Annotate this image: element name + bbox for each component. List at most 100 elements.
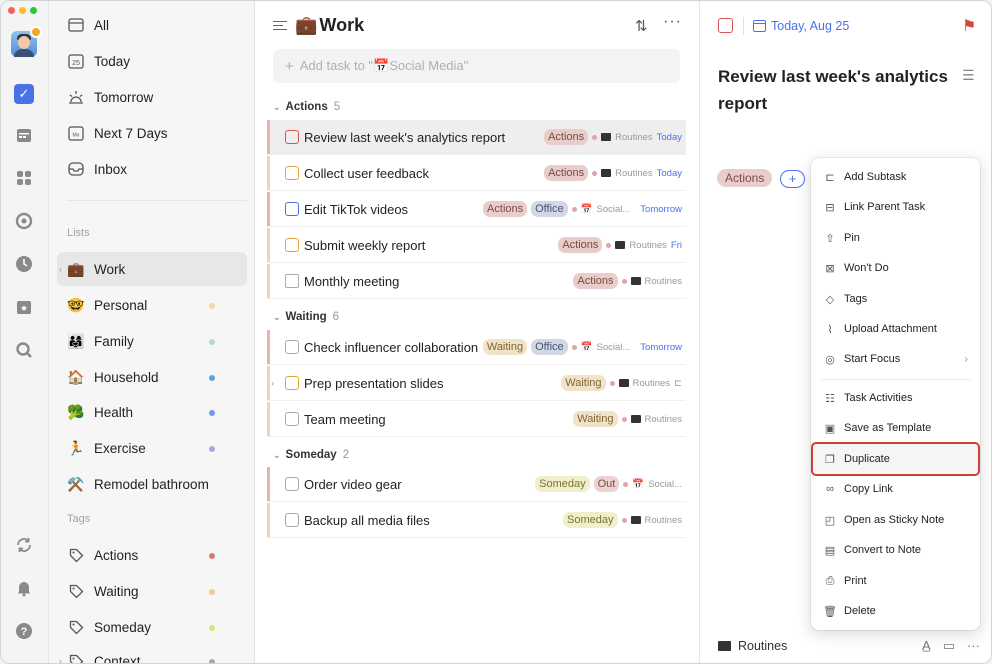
- sidebar-item-family[interactable]: 👨‍👩‍👧 Family: [57, 324, 247, 358]
- task-checkbox[interactable]: [285, 166, 299, 180]
- group-header-actions[interactable]: ⌄ Actions 5: [273, 101, 340, 113]
- menu-item-start-focus[interactable]: ◎ Start Focus ›: [813, 344, 978, 374]
- grid-icon[interactable]: [14, 168, 34, 188]
- sidebar-tag-someday[interactable]: Someday: [57, 610, 247, 644]
- calendar-icon[interactable]: [14, 125, 34, 145]
- tag-chip[interactable]: Office: [531, 201, 568, 217]
- tag-chip[interactable]: Someday: [535, 476, 590, 492]
- menu-item-delete[interactable]: 🗑 Delete: [813, 596, 978, 626]
- menu-item-copy-link[interactable]: ∞ Copy Link: [813, 474, 978, 504]
- group-header-waiting[interactable]: ⌄ Waiting 6: [273, 311, 339, 323]
- task-checkbox[interactable]: [285, 513, 299, 527]
- menu-item-wont-do[interactable]: ⊠ Won't Do: [813, 253, 978, 283]
- task-checkbox[interactable]: [718, 18, 733, 33]
- menu-item-add-subtask[interactable]: ⊏ Add Subtask: [813, 162, 978, 192]
- sidebar-item-today[interactable]: 25 Today: [57, 44, 247, 78]
- search-icon[interactable]: [14, 340, 34, 360]
- project-selector[interactable]: Routines: [738, 639, 787, 653]
- chevron-down-icon[interactable]: ⌄: [273, 312, 281, 323]
- close-window-button[interactable]: [8, 7, 15, 14]
- detail-tag[interactable]: Actions: [717, 169, 773, 187]
- note-icon[interactable]: [285, 274, 299, 288]
- menu-item-pin[interactable]: ⇧ Pin: [813, 223, 978, 253]
- task-detail-title[interactable]: Review last week's analytics report: [718, 63, 948, 117]
- sync-icon[interactable]: [14, 535, 34, 555]
- tag-chip[interactable]: Actions: [544, 165, 589, 181]
- menu-item-tags[interactable]: ◇ Tags: [813, 284, 978, 314]
- sidebar-item-inbox[interactable]: Inbox: [57, 152, 247, 186]
- list-format-icon[interactable]: ☰: [962, 67, 975, 84]
- add-tag-button[interactable]: +: [780, 170, 805, 188]
- sidebar-item-next-7-days[interactable]: Mo Next 7 Days: [57, 116, 247, 150]
- sidebar-item-household[interactable]: 🏠 Household: [57, 360, 247, 394]
- task-row[interactable]: Order video gear Someday Out 📅 Social...: [267, 467, 686, 502]
- group-header-someday[interactable]: ⌄ Someday 2: [273, 449, 349, 461]
- menu-item-print[interactable]: ⎙ Print: [813, 566, 978, 596]
- sidebar-tag-context[interactable]: › Context: [57, 644, 247, 664]
- sort-icon[interactable]: ⇅: [635, 17, 648, 35]
- help-icon[interactable]: ?: [14, 621, 34, 641]
- more-options-icon[interactable]: ···: [967, 638, 980, 654]
- menu-item-open-as-sticky-note[interactable]: ◰ Open as Sticky Note: [813, 505, 978, 535]
- chevron-right-icon[interactable]: ›: [271, 378, 274, 388]
- task-row[interactable]: Check influencer collaboration Waiting O…: [267, 330, 686, 365]
- tag-chip[interactable]: Actions: [717, 169, 773, 187]
- tag-chip[interactable]: Actions: [558, 237, 603, 253]
- task-checkbox[interactable]: [285, 376, 299, 390]
- task-checkbox[interactable]: [285, 238, 299, 252]
- menu-item-link-parent-task[interactable]: ⊟ Link Parent Task: [813, 192, 978, 222]
- menu-item-convert-to-note[interactable]: ▤ Convert to Note: [813, 535, 978, 565]
- tag-chip[interactable]: Waiting: [561, 375, 606, 391]
- focus-icon[interactable]: [14, 211, 34, 231]
- more-options-icon[interactable]: ···: [663, 13, 682, 31]
- sidebar-tag-actions[interactable]: Actions: [57, 538, 247, 572]
- chevron-down-icon[interactable]: ⌄: [273, 102, 281, 113]
- task-checkbox[interactable]: [285, 477, 299, 491]
- tag-chip[interactable]: Waiting: [482, 339, 528, 355]
- sidebar-item-work[interactable]: › 💼 Work: [57, 252, 247, 286]
- menu-item-duplicate[interactable]: ❐ Duplicate: [811, 442, 980, 476]
- sidebar-item-health[interactable]: 🥦 Health: [57, 395, 247, 429]
- chevron-down-icon[interactable]: ⌄: [273, 450, 281, 461]
- add-task-input[interactable]: + Add task to "📅Social Media": [273, 49, 680, 83]
- text-format-icon[interactable]: A̲: [922, 638, 931, 654]
- sidebar-item-all[interactable]: All: [57, 8, 247, 42]
- sidebar-item-personal[interactable]: 🤓 Personal: [57, 288, 247, 322]
- tag-chip[interactable]: Waiting: [573, 411, 618, 427]
- task-row[interactable]: Review last week's analytics report Acti…: [267, 120, 686, 155]
- sidebar-item-remodel-bathroom[interactable]: ⚒️ Remodel bathroom: [57, 467, 247, 501]
- tag-chip[interactable]: Out: [593, 476, 620, 492]
- due-date-button[interactable]: Today, Aug 25: [753, 19, 849, 33]
- task-row[interactable]: Edit TikTok videos Actions Office 📅 Soci…: [267, 192, 686, 227]
- task-check-icon[interactable]: ✓: [14, 84, 34, 104]
- task-row[interactable]: Monthly meeting Actions Routines: [267, 264, 686, 299]
- menu-item-task-activities[interactable]: ☷ Task Activities: [813, 383, 978, 413]
- menu-item-save-as-template[interactable]: ▣ Save as Template: [813, 413, 978, 443]
- sidebar-tag-waiting[interactable]: Waiting: [57, 574, 247, 608]
- task-row[interactable]: Collect user feedback Actions Routines T…: [267, 156, 686, 191]
- tag-chip[interactable]: Actions: [544, 129, 589, 145]
- calendar-star-icon[interactable]: [14, 297, 34, 317]
- task-checkbox[interactable]: [285, 340, 299, 354]
- task-checkbox[interactable]: [285, 412, 299, 426]
- task-row[interactable]: Team meeting Waiting Routines: [267, 402, 686, 437]
- tag-chip[interactable]: Office: [531, 339, 568, 355]
- task-row[interactable]: Submit weekly report Actions Routines Fr…: [267, 228, 686, 263]
- minimize-window-button[interactable]: [19, 7, 26, 14]
- task-checkbox[interactable]: [285, 202, 299, 216]
- sidebar-item-tomorrow[interactable]: Tomorrow: [57, 80, 247, 114]
- priority-flag-icon[interactable]: ⚑: [962, 16, 976, 36]
- clock-icon[interactable]: [14, 254, 34, 274]
- avatar[interactable]: [11, 26, 42, 57]
- tag-chip[interactable]: Actions: [483, 201, 528, 217]
- task-row[interactable]: Backup all media files Someday Routines: [267, 503, 686, 538]
- task-checkbox[interactable]: [285, 130, 299, 144]
- chevron-right-icon[interactable]: ›: [59, 657, 62, 664]
- menu-item-upload-attachment[interactable]: ⌇ Upload Attachment: [813, 314, 978, 344]
- tag-chip[interactable]: Someday: [563, 512, 618, 528]
- chevron-right-icon[interactable]: ›: [59, 265, 62, 274]
- zoom-window-button[interactable]: [30, 7, 37, 14]
- tag-chip[interactable]: Actions: [573, 273, 618, 289]
- task-row[interactable]: › Prep presentation slides Waiting Routi…: [267, 366, 686, 401]
- comment-icon[interactable]: ▭: [943, 638, 955, 654]
